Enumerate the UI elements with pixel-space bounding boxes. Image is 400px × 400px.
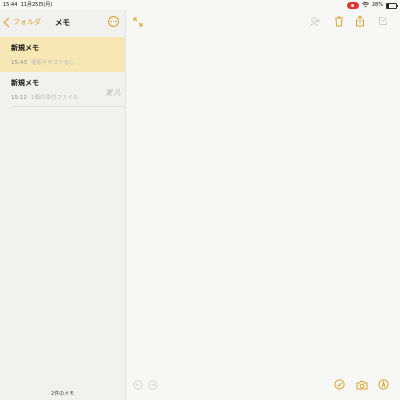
redo-icon[interactable] <box>148 380 158 390</box>
status-right: 28% <box>346 0 398 10</box>
back-to-folders-button[interactable]: フォルダ <box>3 17 41 27</box>
notes-sidebar: フォルダ メモ 新規メモ 15:43 追加テキストなし 新規メモ 15:12 1個の… <box>0 10 126 400</box>
note-time: 15:43 <box>11 60 27 66</box>
time-text: 15:44 <box>3 2 18 8</box>
note-list: 新規メモ 15:43 追加テキストなし 新規メモ 15:12 1個の添付ファイル 寛… <box>0 37 125 107</box>
note-preview: 1個の添付ファイル <box>30 95 79 101</box>
compose-icon[interactable] <box>378 16 388 26</box>
date-text: 11月25日(月) <box>20 2 53 8</box>
sidebar-nav-bar: フォルダ メモ <box>0 10 125 36</box>
status-time: 15:44 11月25日(月) <box>3 0 52 10</box>
camera-icon[interactable] <box>356 380 368 390</box>
status-bar: 15:44 11月25日(月) 28% <box>0 0 400 10</box>
expand-icon[interactable] <box>133 17 143 27</box>
note-count: 2件のメモ <box>50 391 75 397</box>
note-item[interactable]: 新規メモ 15:12 1個の添付ファイル 寛 凡 <box>0 72 125 107</box>
trash-icon[interactable] <box>334 16 344 27</box>
note-meta: 15:43 追加テキストなし <box>11 58 125 66</box>
share-icon[interactable] <box>355 15 365 27</box>
back-label: フォルダ <box>13 18 41 26</box>
chevron-left-icon <box>3 17 14 27</box>
battery-icon <box>386 3 398 9</box>
record-dot-icon <box>351 4 355 7</box>
note-item[interactable]: 新規メモ 15:43 追加テキストなし <box>0 37 125 72</box>
wifi-icon <box>361 2 369 8</box>
battery-percent: 28% <box>371 2 383 8</box>
note-time: 15:12 <box>11 95 27 101</box>
note-preview: 追加テキストなし <box>30 60 75 66</box>
more-dot-icon <box>112 20 115 23</box>
more-dot-icon <box>115 20 117 23</box>
pen-icon[interactable] <box>378 379 389 390</box>
screen-record-indicator[interactable] <box>346 2 359 9</box>
note-editor[interactable] <box>126 10 400 400</box>
more-options-button[interactable] <box>108 16 119 27</box>
list-divider <box>11 106 125 107</box>
note-title: 新規メモ <box>11 44 39 52</box>
sidebar-title: メモ <box>55 18 70 27</box>
attachment-thumbnail: 寛 凡 <box>105 89 120 97</box>
more-dot-icon <box>110 20 112 23</box>
checklist-icon[interactable] <box>334 379 345 390</box>
note-title: 新規メモ <box>11 79 39 87</box>
collaborate-icon[interactable] <box>309 17 321 27</box>
undo-icon[interactable] <box>133 380 143 390</box>
